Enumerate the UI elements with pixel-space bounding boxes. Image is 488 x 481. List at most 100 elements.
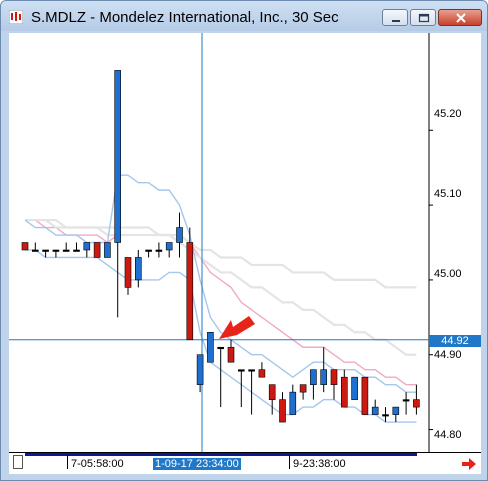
current-price-marker: 44.92 <box>429 335 481 347</box>
candle-22[interactable] <box>248 369 255 415</box>
candle-body <box>402 399 410 402</box>
time-label-right: 9-23:38:00 <box>293 458 346 470</box>
candle-25[interactable] <box>279 392 286 423</box>
candle-30[interactable] <box>330 369 338 400</box>
title-bar[interactable]: S.MDLZ - Mondelez International, Inc., 3… <box>1 1 487 31</box>
candle-34[interactable] <box>371 399 379 415</box>
price-label-44.90: 44.90 <box>434 349 462 361</box>
candle-body <box>382 414 389 417</box>
candle-3[interactable] <box>52 249 60 258</box>
candle-4[interactable] <box>62 242 70 252</box>
candle-10[interactable] <box>124 257 132 295</box>
candle-body <box>279 399 286 423</box>
candle-28[interactable] <box>310 369 317 400</box>
time-tick <box>289 455 290 469</box>
candle-body <box>320 369 328 385</box>
chart-window: S.MDLZ - Mondelez International, Inc., 3… <box>0 0 488 481</box>
time-label-current: 1-09-17 23:34:00 <box>153 458 241 470</box>
candle-body <box>186 242 194 341</box>
candle-body <box>217 346 224 350</box>
close-icon <box>456 13 466 23</box>
time-axis[interactable]: 7-05:58:00 1-09-17 23:34:00 9-23:38:00 <box>9 452 481 474</box>
candle-21[interactable] <box>238 369 245 408</box>
candle-13[interactable] <box>155 242 163 258</box>
maximize-button[interactable] <box>410 9 436 26</box>
maximize-icon <box>418 13 430 23</box>
chart-area[interactable]: 45.20 45.10 45.00 44.90 44.80 44.92 7-05… <box>9 33 481 474</box>
candle-body <box>114 70 121 243</box>
candle-body <box>135 257 142 281</box>
candle-18[interactable] <box>207 331 214 363</box>
scroll-right-arrow-icon[interactable] <box>461 458 477 470</box>
candle-body <box>104 242 111 258</box>
candle-body <box>52 249 60 252</box>
candle-body <box>124 257 132 288</box>
candle-9[interactable] <box>114 70 121 318</box>
time-tick <box>67 455 68 469</box>
candle-8[interactable] <box>104 242 111 258</box>
price-label-45.10: 45.10 <box>434 188 462 200</box>
candle-32[interactable] <box>351 376 358 400</box>
overlay-line-2 <box>25 218 417 289</box>
candle-body <box>196 354 204 385</box>
candle-12[interactable] <box>145 249 152 258</box>
time-label-left: 7-05:58:00 <box>71 458 124 470</box>
candle-body <box>310 369 317 385</box>
candle-body <box>330 369 338 385</box>
candle-14[interactable] <box>165 242 173 258</box>
candle-body <box>238 369 245 372</box>
scroll-left-box[interactable] <box>13 455 23 469</box>
candle-20[interactable] <box>227 339 235 363</box>
candle-body <box>248 369 255 372</box>
candle-23[interactable] <box>258 362 266 378</box>
candle-1[interactable] <box>31 242 39 252</box>
candle-body <box>371 406 379 415</box>
price-plot[interactable] <box>9 33 481 452</box>
candle-body <box>62 249 70 252</box>
candle-body <box>289 391 297 415</box>
candle-body <box>361 376 369 415</box>
candle-body <box>258 369 266 378</box>
annotation-arrow-icon <box>219 316 255 339</box>
candle-0[interactable] <box>21 242 29 251</box>
candle-body <box>21 242 29 251</box>
close-button[interactable] <box>438 9 482 26</box>
candle-6[interactable] <box>83 242 91 258</box>
price-label-45.00: 45.00 <box>434 268 462 280</box>
candlesticks <box>21 70 420 423</box>
minimize-button[interactable] <box>382 9 408 26</box>
price-label-44.80: 44.80 <box>434 429 462 441</box>
minimize-icon <box>392 20 400 22</box>
candle-29[interactable] <box>320 347 328 393</box>
price-label-45.20: 45.20 <box>434 108 462 120</box>
candle-24[interactable] <box>268 384 276 415</box>
candle-31[interactable] <box>340 369 348 408</box>
chart-app-icon[interactable] <box>8 9 24 25</box>
candle-body <box>340 376 348 408</box>
candle-16[interactable] <box>186 227 194 341</box>
candle-body <box>155 249 163 252</box>
candle-11[interactable] <box>135 249 142 288</box>
candle-38[interactable] <box>413 384 420 415</box>
candle-body <box>145 249 152 252</box>
candle-body <box>73 249 80 252</box>
window-title: S.MDLZ - Mondelez International, Inc., 3… <box>31 9 339 26</box>
candle-body <box>165 242 173 251</box>
candle-5[interactable] <box>73 242 80 252</box>
candle-26[interactable] <box>289 384 297 415</box>
candle-19[interactable] <box>217 346 224 408</box>
candle-27[interactable] <box>299 384 307 400</box>
candle-7[interactable] <box>93 242 101 258</box>
candle-body <box>31 249 39 252</box>
candle-15[interactable] <box>176 212 183 258</box>
candle-body <box>93 242 101 258</box>
candle-body <box>83 242 91 251</box>
candle-body <box>299 384 307 393</box>
candle-body <box>351 376 358 400</box>
candle-36[interactable] <box>392 406 400 423</box>
candle-body <box>392 406 400 415</box>
candle-33[interactable] <box>361 376 369 415</box>
candle-body <box>227 346 235 363</box>
scroll-track[interactable] <box>25 453 417 456</box>
candle-37[interactable] <box>402 392 410 415</box>
